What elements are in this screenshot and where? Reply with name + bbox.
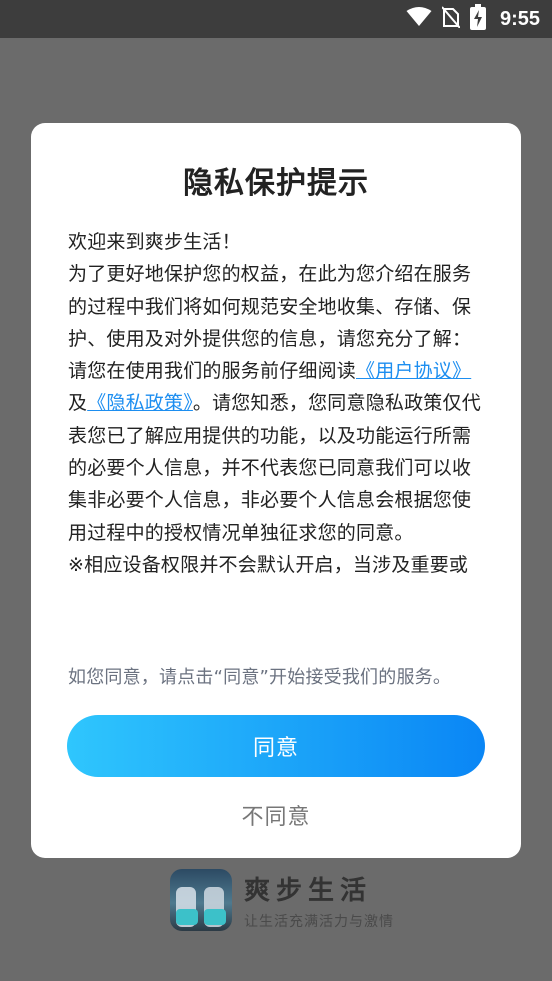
wifi-icon [406,7,432,31]
dialog-title: 隐私保护提示 [183,166,369,201]
and-text: 及 [68,392,88,415]
user-agreement-link[interactable]: 《用户协议》 [356,360,471,382]
status-bar: 9:55 [0,0,552,38]
app-logo [170,869,232,931]
read-prefix: 请您在使用我们的服务前仔细阅读 [68,360,357,383]
agree-button[interactable]: 同意 [67,715,485,777]
brand-text: 爽步生活 让生活充满活力与激情 [244,870,394,931]
permissions-paragraph: ※相应设备权限并不会默认开启，当涉及重要或 [68,553,469,576]
disagree-button[interactable]: 不同意 [31,799,521,831]
intro-paragraph: 为了更好地保护您的权益，在此为您介绍在服务的过程中我们将如何规范安全地收集、存储… [68,263,472,350]
brand-footer: 爽步生活 让生活充满活力与激情 [170,868,394,932]
status-time: 9:55 [499,7,540,30]
dialog-body[interactable]: 欢迎来到爽步生活！ 为了更好地保护您的权益，在此为您介绍在服务的过程中我们将如何… [68,226,488,641]
no-sim-icon [441,6,461,32]
brand-name: 爽步生活 [244,875,373,906]
battery-charging-icon [469,4,486,34]
welcome-line: 欢迎来到爽步生活！ [68,231,241,253]
privacy-dialog: 隐私保护提示 欢迎来到爽步生活！ 为了更好地保护您的权益，在此为您介绍在服务的过… [31,123,521,858]
privacy-policy-link[interactable]: 《隐私政策》 [87,392,193,414]
consent-note: 如您同意，请点击“同意”开始接受我们的服务。 [68,667,452,688]
brand-slogan: 让生活充满活力与激情 [244,913,394,930]
agreement-paragraph: 请您在使用我们的服务前仔细阅读《用户协议》及《隐私政策》。请您知悉，您同意隐私政… [68,355,488,549]
read-suffix: 。请您知悉，您同意隐私政策仅代表您已了解应用提供的功能，以及功能运行所需的必要个… [68,392,481,544]
status-icons: 9:55 [406,0,540,38]
